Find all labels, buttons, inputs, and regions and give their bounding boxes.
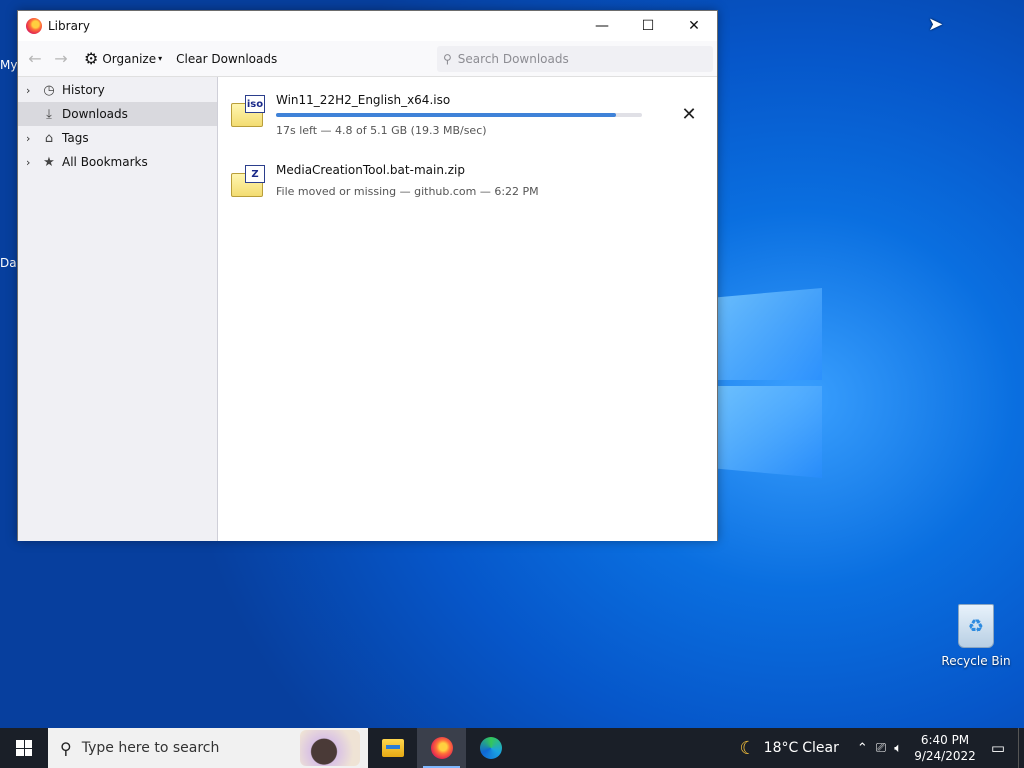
download-status: 17s left — 4.8 of 5.1 GB (19.3 MB/sec) <box>276 124 487 137</box>
download-progress-bar <box>276 113 642 117</box>
weather-temperature: 18°C <box>763 740 799 756</box>
arrow-left-icon: ← <box>28 49 42 68</box>
zip-file-icon: Z <box>231 165 265 197</box>
title-bar[interactable]: Library — ☐ ✕ <box>18 11 717 41</box>
library-sidebar: › ◷ History ⤓ Downloads › ⌂ Tags › ★ All… <box>18 77 218 541</box>
download-icon: ⤓ <box>46 106 52 122</box>
show-desktop-button[interactable] <box>1018 728 1024 768</box>
chevron-up-icon[interactable]: ⌃ <box>857 741 868 756</box>
firefox-icon <box>26 18 42 34</box>
sidebar-item-label: All Bookmarks <box>62 155 148 169</box>
taskbar-clock[interactable]: 6:40 PM 9/24/2022 <box>912 732 978 764</box>
taskbar-search-box[interactable]: ⚲ Type here to search <box>48 728 368 768</box>
recycle-bin-desktop-icon[interactable]: ♻ Recycle Bin <box>940 600 1012 668</box>
clock-date: 9/24/2022 <box>914 749 976 763</box>
weather-widget[interactable]: ☾ 18°C Clear <box>740 738 839 759</box>
minimize-button[interactable]: — <box>579 11 625 41</box>
desktop-icon-label-partial[interactable]: My <box>0 58 17 72</box>
download-progress-fill <box>276 113 617 117</box>
file-type-badge: Z <box>245 165 265 183</box>
search-icon: ⚲ <box>443 51 452 66</box>
notification-button[interactable]: ▭ <box>978 728 1018 768</box>
window-controls: — ☐ ✕ <box>579 11 717 41</box>
sidebar-item-all-bookmarks[interactable]: › ★ All Bookmarks <box>18 150 217 174</box>
network-icon[interactable]: ⎚ <box>876 741 886 756</box>
search-icon: ⚲ <box>60 738 72 758</box>
volume-icon[interactable]: 🔈︎ <box>894 741 902 756</box>
close-button[interactable]: ✕ <box>671 11 717 41</box>
close-icon: ✕ <box>681 103 697 125</box>
organize-button[interactable]: ⚙ Organize ▾ <box>84 49 162 68</box>
gear-icon: ⚙ <box>84 49 99 68</box>
windows-start-icon <box>16 740 32 756</box>
arrow-right-icon: → <box>54 49 68 68</box>
chevron-right-icon[interactable]: › <box>26 132 40 145</box>
organize-label: Organize <box>102 51 157 66</box>
iso-file-icon: iso <box>231 95 265 127</box>
downloads-list: iso Win11_22H2_English_x64.iso 17s left … <box>218 77 717 541</box>
clock-time: 6:40 PM <box>920 733 970 747</box>
windows-logo-wallpaper <box>718 288 824 482</box>
download-item[interactable]: Z MediaCreationTool.bat-main.zip File mo… <box>218 147 717 217</box>
library-body: › ◷ History ⤓ Downloads › ⌂ Tags › ★ All… <box>18 77 717 541</box>
chevron-right-icon[interactable]: › <box>26 156 40 169</box>
search-downloads-box[interactable]: ⚲ <box>437 45 713 72</box>
moon-icon: ☾ <box>739 737 756 759</box>
window-title: Library <box>48 19 90 33</box>
notification-icon: ▭ <box>990 739 1006 757</box>
edge-icon <box>479 737 502 759</box>
mouse-cursor-icon: ➤ <box>928 14 944 35</box>
file-explorer-icon <box>381 739 404 757</box>
file-type-badge: iso <box>245 95 265 113</box>
back-button[interactable]: ← <box>22 46 48 72</box>
sidebar-item-label: History <box>62 83 105 97</box>
download-status: File moved or missing — github.com — 6:2… <box>276 185 539 198</box>
weather-condition: Clear <box>802 740 839 756</box>
chevron-down-icon: ▾ <box>158 54 163 63</box>
clock-icon: ◷ <box>43 82 55 98</box>
chevron-right-icon[interactable]: › <box>26 84 40 97</box>
cancel-download-button[interactable]: ✕ <box>678 103 700 125</box>
download-item[interactable]: iso Win11_22H2_English_x64.iso 17s left … <box>218 77 717 147</box>
library-window: Library — ☐ ✕ ← → ⚙ Organize ▾ Clear Dow… <box>17 10 718 541</box>
search-highlight-image[interactable] <box>300 730 360 766</box>
taskbar-search-placeholder: Type here to search <box>81 740 220 756</box>
file-explorer-taskbar-button[interactable] <box>368 728 417 768</box>
sidebar-item-label: Tags <box>62 131 89 145</box>
start-button[interactable] <box>0 728 48 768</box>
system-tray: ☾ 18°C Clear ⌃ ⎚ 🔈︎ 6:40 PM 9/24/2022 ▭ <box>740 728 1024 768</box>
recycle-bin-icon: ♻ <box>958 604 994 648</box>
tag-icon: ⌂ <box>44 130 54 146</box>
maximize-button[interactable]: ☐ <box>625 11 671 41</box>
firefox-taskbar-button[interactable] <box>417 728 466 768</box>
taskbar: ⚲ Type here to search ☾ 18°C Clear ⌃ ⎚ 🔈… <box>0 728 1024 768</box>
edge-taskbar-button[interactable] <box>466 728 515 768</box>
recycle-bin-label: Recycle Bin <box>941 654 1011 668</box>
clear-downloads-button[interactable]: Clear Downloads <box>176 52 277 66</box>
sidebar-item-tags[interactable]: › ⌂ Tags <box>18 126 217 150</box>
search-downloads-input[interactable] <box>457 51 698 66</box>
firefox-icon <box>430 737 453 759</box>
desktop-icon-label-partial[interactable]: Da <box>0 256 17 270</box>
sidebar-item-label: Downloads <box>62 107 128 121</box>
download-filename: MediaCreationTool.bat-main.zip <box>276 163 465 177</box>
star-icon: ★ <box>43 154 55 170</box>
sidebar-item-history[interactable]: › ◷ History <box>18 78 217 102</box>
sidebar-item-downloads[interactable]: ⤓ Downloads <box>18 102 217 126</box>
forward-button[interactable]: → <box>48 46 74 72</box>
download-filename: Win11_22H2_English_x64.iso <box>276 93 451 107</box>
library-toolbar: ← → ⚙ Organize ▾ Clear Downloads ⚲ <box>18 41 717 77</box>
